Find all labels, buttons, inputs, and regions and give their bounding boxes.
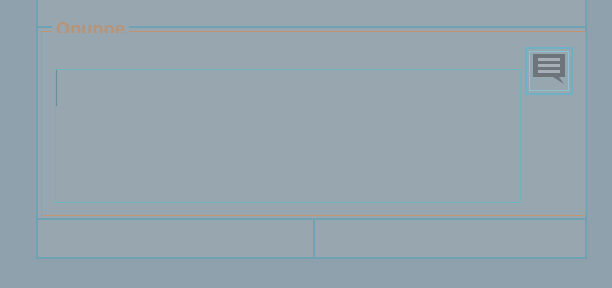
text-cursor [56,70,57,106]
bottom-row [38,218,585,257]
bottom-cell-right [317,220,587,257]
bottom-cell-left [38,220,315,257]
fieldset-legend: Opunoe [52,19,130,33]
comment-lines-icon [529,49,569,94]
comment-button[interactable] [525,47,573,95]
comment-button-frame [529,51,569,91]
description-fieldset: Opunoe [41,19,586,216]
form-panel: Opunoe [36,0,587,259]
description-textarea[interactable] [55,69,521,203]
